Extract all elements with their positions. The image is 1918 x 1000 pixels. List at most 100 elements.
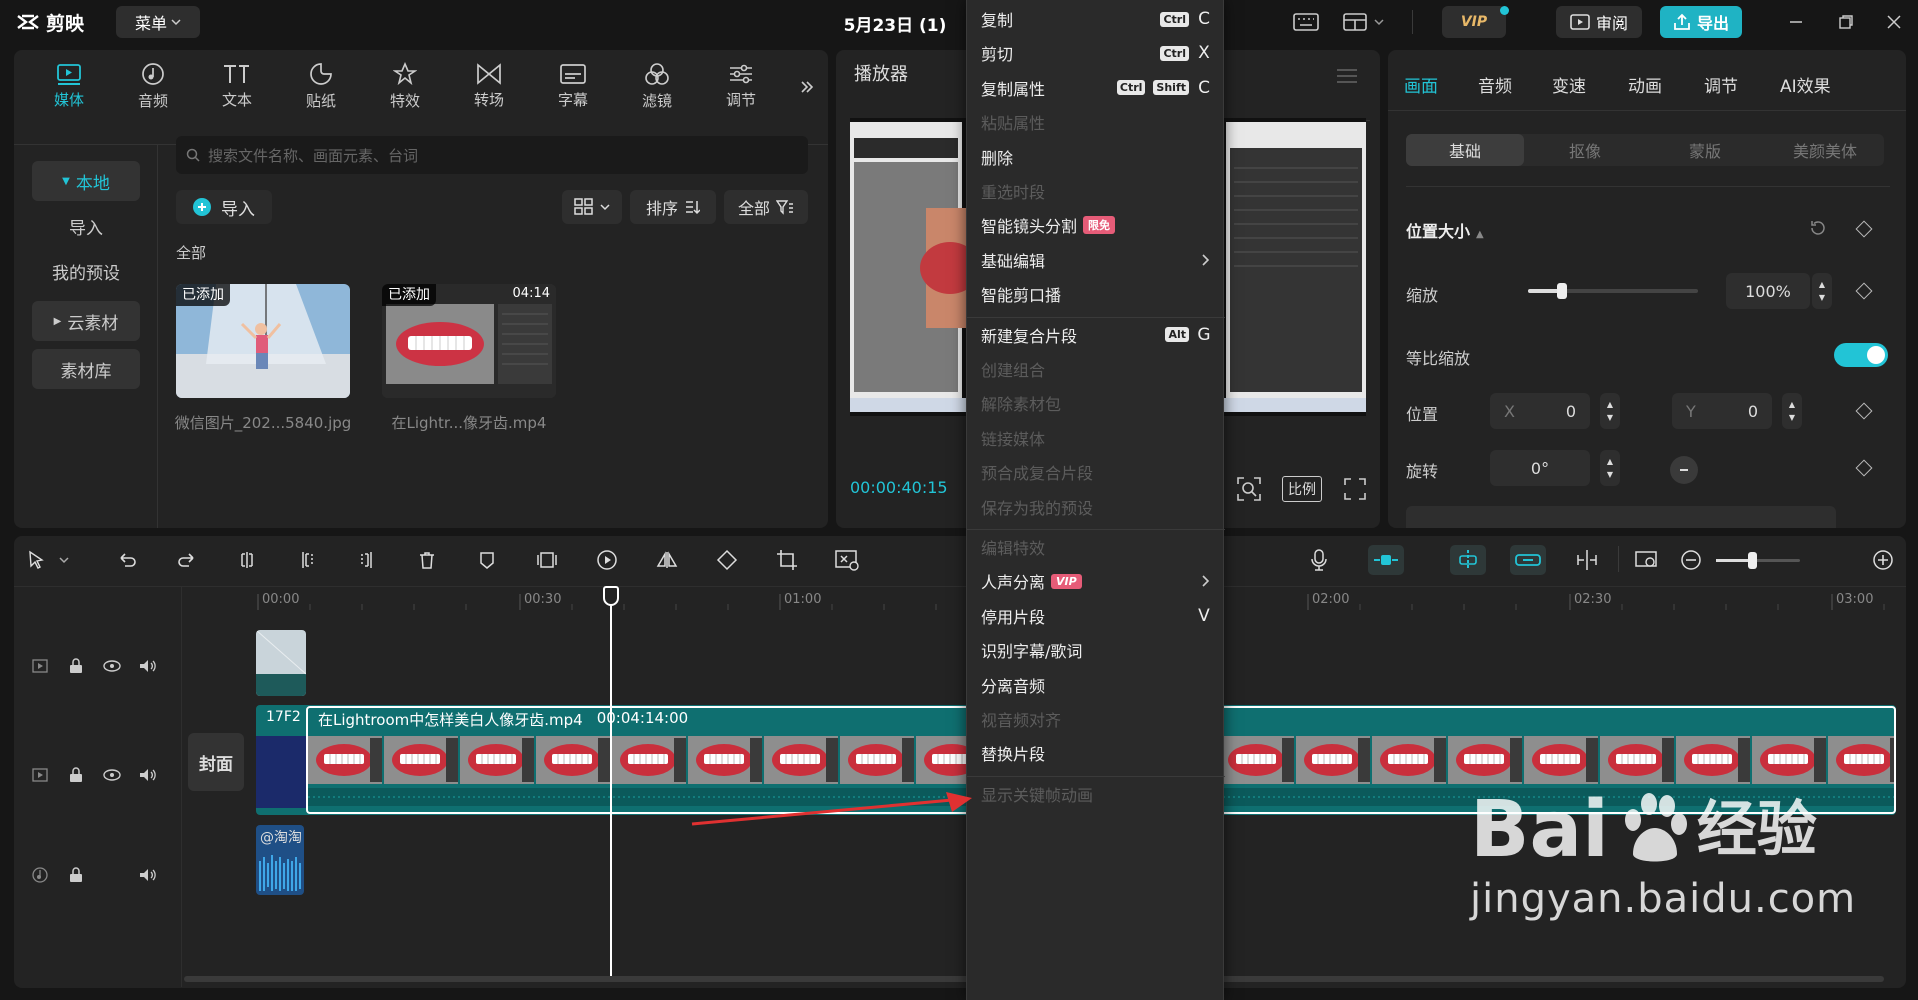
tab-media[interactable]: 媒体 bbox=[34, 58, 104, 114]
sidebar-item-cloud[interactable]: ▶ 云素材 bbox=[32, 301, 140, 341]
menu-item[interactable]: 新建复合片段 Alt G bbox=[981, 320, 1211, 350]
search-input[interactable]: 搜索文件名称、画面元素、台词 bbox=[176, 136, 808, 174]
zoom-in-icon[interactable] bbox=[1868, 545, 1898, 575]
review-button[interactable]: 审阅 bbox=[1556, 6, 1642, 38]
scale-slider[interactable] bbox=[1528, 283, 1698, 299]
speaker-icon[interactable] bbox=[138, 765, 158, 785]
split-left-icon[interactable] bbox=[292, 545, 322, 575]
menu-item[interactable]: 智能镜头分割 限免 bbox=[981, 210, 1211, 240]
lock-icon[interactable] bbox=[66, 656, 86, 676]
tab-text[interactable]: 文本 bbox=[202, 58, 272, 114]
cover-button[interactable]: 封面 bbox=[188, 733, 244, 791]
tab-animation[interactable]: 动画 bbox=[1628, 72, 1662, 97]
subtab-basic[interactable]: 基础 bbox=[1406, 134, 1524, 166]
minimize-icon[interactable] bbox=[1780, 9, 1812, 35]
tab-picture[interactable]: 画面 bbox=[1404, 72, 1438, 97]
sidebar-item-presets[interactable]: 我的预设 bbox=[32, 251, 140, 291]
position-y-input[interactable]: Y0 bbox=[1672, 393, 1772, 429]
menu-item[interactable]: 分离音频 bbox=[981, 670, 1211, 700]
rotate-input[interactable]: 0° bbox=[1490, 450, 1590, 486]
import-button[interactable]: 导入 bbox=[176, 190, 272, 224]
lock-icon[interactable] bbox=[66, 865, 86, 885]
speaker-icon[interactable] bbox=[138, 656, 158, 676]
subtab-beauty[interactable]: 美颜美体 bbox=[1766, 134, 1884, 166]
rotate-stepper[interactable]: ▲ ▼ bbox=[1600, 450, 1620, 486]
position-y-stepper[interactable]: ▲ ▼ bbox=[1782, 393, 1802, 429]
filter-button[interactable]: 全部 bbox=[724, 190, 808, 224]
zoom-slider-knob[interactable] bbox=[1748, 552, 1757, 569]
export-button[interactable]: 导出 bbox=[1660, 6, 1742, 38]
speed-icon[interactable] bbox=[592, 545, 622, 575]
menu-item[interactable]: 复制 Ctrl C bbox=[981, 4, 1211, 34]
split-icon[interactable] bbox=[232, 545, 262, 575]
sort-button[interactable]: 排序 bbox=[630, 190, 716, 224]
tab-audio-props[interactable]: 音频 bbox=[1478, 72, 1512, 97]
linkage-icon[interactable] bbox=[1510, 545, 1546, 575]
tab-effects[interactable]: 特效 bbox=[370, 58, 440, 114]
more-tabs-icon[interactable] bbox=[794, 72, 820, 102]
scale-slider-knob[interactable] bbox=[1557, 283, 1567, 299]
menu-item[interactable]: 人声分离 VIP bbox=[981, 566, 1211, 596]
media-item[interactable]: 已添加 04:14 bbox=[382, 284, 556, 398]
lock-icon[interactable] bbox=[66, 765, 86, 785]
tab-speed[interactable]: 变速 bbox=[1552, 72, 1586, 97]
eye-icon[interactable] bbox=[102, 656, 122, 676]
audio-clip[interactable]: @淘淘 bbox=[256, 825, 304, 895]
fullscreen-icon[interactable] bbox=[1344, 478, 1366, 500]
redo-icon[interactable] bbox=[172, 545, 202, 575]
crop-icon[interactable] bbox=[772, 545, 802, 575]
menu-item[interactable]: 删除 bbox=[981, 142, 1211, 172]
zoom-fit-icon[interactable] bbox=[1236, 476, 1262, 502]
smart-crop-icon[interactable] bbox=[832, 545, 862, 575]
main-track-magnet-icon[interactable] bbox=[1368, 545, 1404, 575]
split-right-icon[interactable] bbox=[352, 545, 382, 575]
freeze-frame-icon[interactable] bbox=[532, 545, 562, 575]
subtab-cutout[interactable]: 抠像 bbox=[1526, 134, 1644, 166]
sidebar-item-import[interactable]: 导入 bbox=[32, 206, 140, 246]
scale-stepper[interactable]: ▲ ▼ bbox=[1812, 273, 1832, 309]
menu-item[interactable]: 停用片段 V bbox=[981, 601, 1211, 631]
subtab-mask[interactable]: 蒙版 bbox=[1646, 134, 1764, 166]
rotate-dial[interactable] bbox=[1670, 456, 1698, 484]
tab-sticker[interactable]: 贴纸 bbox=[286, 58, 356, 114]
media-item[interactable]: 已添加 bbox=[176, 284, 350, 398]
tab-ai-effects[interactable]: AI效果 bbox=[1780, 72, 1831, 97]
playhead[interactable] bbox=[610, 586, 612, 976]
fit-timeline-icon[interactable] bbox=[1632, 545, 1662, 575]
mirror-icon[interactable] bbox=[652, 545, 682, 575]
image-clip[interactable] bbox=[256, 630, 306, 696]
position-x-stepper[interactable]: ▲ ▼ bbox=[1600, 393, 1620, 429]
reset-icon[interactable] bbox=[1808, 218, 1828, 238]
eye-icon[interactable] bbox=[102, 765, 122, 785]
scale-input[interactable]: 100% bbox=[1726, 273, 1810, 309]
rotate-clip-icon[interactable] bbox=[712, 545, 742, 575]
select-pointer-icon[interactable] bbox=[22, 545, 52, 575]
menu-item[interactable]: 智能剪口播 bbox=[981, 279, 1211, 309]
marker-icon[interactable] bbox=[472, 545, 502, 575]
layout-icon[interactable] bbox=[1340, 9, 1390, 35]
view-mode-button[interactable] bbox=[562, 190, 622, 224]
menu-item[interactable]: 识别字幕/歌词 bbox=[981, 635, 1211, 665]
tab-transition[interactable]: 转场 bbox=[454, 58, 524, 114]
zoom-out-icon[interactable] bbox=[1676, 545, 1706, 575]
menu-item[interactable]: 剪切 Ctrl X bbox=[981, 38, 1211, 68]
delete-icon[interactable] bbox=[412, 545, 442, 575]
ratio-button[interactable]: 比例 bbox=[1282, 476, 1322, 502]
shortcut-keyboard-icon[interactable] bbox=[1290, 9, 1322, 35]
close-icon[interactable] bbox=[1878, 9, 1910, 35]
playhead-handle[interactable] bbox=[603, 586, 619, 606]
auto-snap-icon[interactable] bbox=[1450, 545, 1486, 575]
speaker-icon[interactable] bbox=[138, 865, 158, 885]
chevron-down-icon[interactable] bbox=[56, 545, 72, 575]
tab-adjust[interactable]: 调节 bbox=[706, 58, 776, 114]
tab-audio[interactable]: 音频 bbox=[118, 58, 188, 114]
player-menu-icon[interactable] bbox=[1336, 68, 1358, 84]
timeline-zoom-slider[interactable] bbox=[1716, 552, 1800, 569]
sidebar-item-local[interactable]: ▼ 本地 bbox=[32, 161, 140, 201]
tab-adjust-props[interactable]: 调节 bbox=[1704, 72, 1738, 97]
menu-item[interactable]: 复制属性 Ctrl Shift C bbox=[981, 73, 1211, 103]
uniform-scale-toggle[interactable] bbox=[1834, 343, 1888, 367]
sidebar-item-library[interactable]: 素材库 bbox=[32, 349, 140, 389]
tab-filter[interactable]: 滤镜 bbox=[622, 58, 692, 114]
undo-icon[interactable] bbox=[112, 545, 142, 575]
